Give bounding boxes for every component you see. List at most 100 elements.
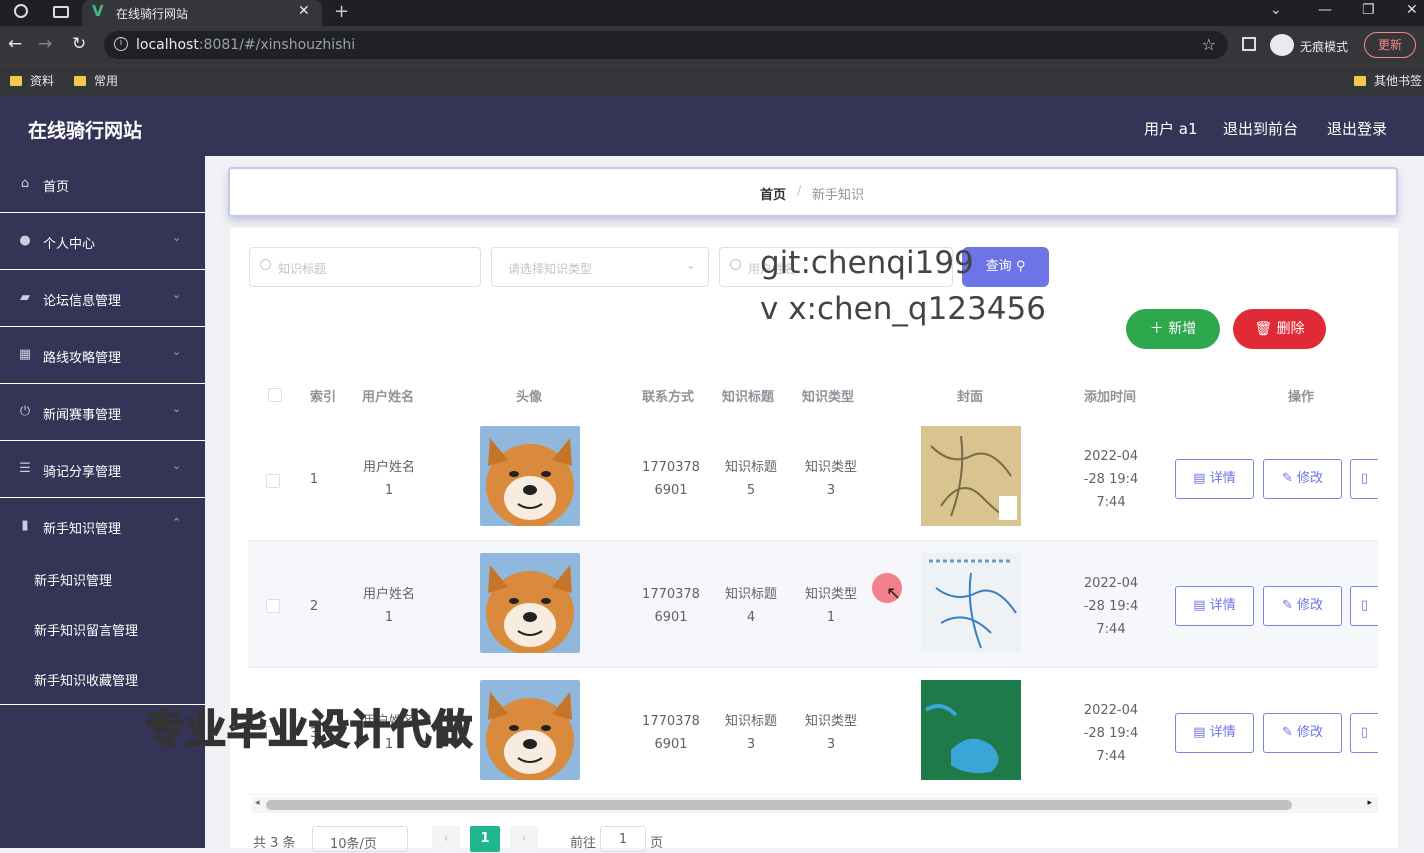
bookmark-folder-1[interactable]: 资料 — [10, 72, 54, 89]
delete-button[interactable]: 🗑 删除 — [1233, 309, 1326, 349]
row-contact: 1770378 6901 — [642, 587, 700, 625]
edit-button[interactable]: ✎ 修改 — [1263, 586, 1342, 626]
page-1-button[interactable]: 1 — [470, 826, 500, 852]
title-search-input[interactable]: 知识标题 — [249, 247, 481, 287]
sidebar-item-news[interactable]: ⏻ 新闻赛事管理 ⌄ — [0, 384, 205, 441]
row-username: 用户姓名 1 — [362, 587, 415, 625]
back-to-front-link[interactable]: 退出到前台 — [1223, 118, 1298, 139]
header-contact: 联系方式 — [642, 390, 695, 405]
edit-button[interactable]: ✎ 修改 — [1263, 713, 1342, 753]
sidebar-item-home[interactable]: ⌂ 首页 — [0, 156, 205, 213]
query-button[interactable]: 查询 ⚲ — [962, 247, 1049, 287]
horizontal-scrollbar[interactable]: ◂ ▸ — [252, 797, 1378, 813]
breadcrumb-current: 新手知识 — [812, 188, 865, 203]
window-icon[interactable] — [53, 6, 69, 18]
sidebar-item-label: 论坛信息管理 — [43, 294, 122, 309]
submenu-knowledge-comments[interactable]: 新手知识留言管理 — [34, 620, 138, 639]
header-added-time: 添加时间 — [1084, 390, 1137, 405]
header-actions: 操作 — [1288, 390, 1315, 405]
table-row: 1 用户姓名 1 1770378 6901 知识标题 5 知识类型 3 2022-04-… — [248, 414, 1378, 541]
update-button[interactable]: 更新 — [1364, 32, 1416, 58]
row-contact: 1770378 6901 — [642, 460, 700, 498]
grid-icon: ▦ — [18, 347, 32, 362]
logout-link[interactable]: 退出登录 — [1327, 118, 1387, 139]
edit-label: 修改 — [1297, 471, 1324, 486]
chevron-down-icon: ⌄ — [685, 258, 696, 272]
close-tab-icon[interactable]: ✕ — [298, 3, 310, 19]
sidebar-item-personal[interactable]: ● 个人中心 ⌄ — [0, 213, 205, 270]
next-page-button[interactable]: › — [510, 826, 538, 852]
submenu-knowledge[interactable]: 新手知识管理 — [34, 570, 112, 589]
sidebar-item-label: 新手知识管理 — [43, 522, 122, 537]
watermark-line-1: git:chenqi199 — [760, 245, 974, 281]
breadcrumb-separator: / — [797, 184, 802, 199]
tab-search-icon[interactable]: ⌄ — [1270, 2, 1282, 18]
sidebar-item-knowledge[interactable]: ▮ 新手知识管理 ⌃ 新手知识管理 新手知识留言管理 新手知识收藏管理 — [0, 498, 205, 705]
row-type: 知识类型 1 — [804, 587, 857, 625]
info-icon[interactable]: i — [114, 37, 128, 51]
bookmark-folder-2[interactable]: 常用 — [74, 72, 118, 89]
window-close-icon[interactable]: ✕ — [1406, 2, 1418, 18]
sidebar-item-forum[interactable]: ▰ 论坛信息管理 ⌄ — [0, 270, 205, 327]
forward-icon[interactable]: → — [38, 34, 52, 54]
globe-icon[interactable] — [14, 4, 28, 18]
page-size-label: 10条/页 — [330, 837, 377, 852]
watermark-line-2: v x:chen_q123456 — [760, 291, 1046, 327]
pencil-icon: ✎ — [1281, 598, 1293, 613]
other-bookmarks[interactable]: 其他书签 — [1354, 72, 1422, 89]
delete-label: 删除 — [1276, 321, 1305, 337]
browser-tab-bar: V 在线骑行网站 ✕ + ⌄ — ❐ ✕ — [0, 0, 1424, 26]
submenu-knowledge-favorites[interactable]: 新手知识收藏管理 — [34, 670, 138, 689]
add-button[interactable]: ＋ 新增 — [1126, 309, 1220, 349]
scrollbar-thumb[interactable] — [266, 800, 1292, 810]
vue-logo-icon: V — [92, 2, 104, 20]
new-tab-icon[interactable]: + — [334, 1, 349, 22]
bookmark-star-icon[interactable]: ☆ — [1202, 35, 1216, 54]
header-avatar: 头像 — [516, 390, 543, 405]
prev-page-button[interactable]: ‹ — [432, 826, 460, 852]
browser-tab[interactable]: V 在线骑行网站 ✕ — [82, 0, 322, 26]
detail-label: 详情 — [1209, 725, 1236, 740]
avatar — [480, 426, 580, 526]
row-checkbox[interactable] — [266, 599, 280, 613]
scroll-left-icon[interactable]: ◂ — [255, 798, 260, 808]
row-delete-button[interactable]: ▯ — [1350, 586, 1378, 626]
select-all-checkbox[interactable] — [268, 388, 282, 402]
page-size-select[interactable]: 10条/页 — [312, 826, 408, 852]
sidebar-item-share[interactable]: ☰ 骑记分享管理 ⌄ — [0, 441, 205, 498]
header-title: 知识标题 — [722, 390, 775, 405]
address-input[interactable]: i localhost:8081/#/xinshouzhishi ☆ — [104, 31, 1228, 59]
detail-button[interactable]: ▤ 详情 — [1175, 713, 1254, 753]
folder-icon — [1354, 76, 1366, 86]
row-checkbox[interactable] — [266, 474, 280, 488]
avatar — [480, 680, 580, 780]
row-delete-button[interactable]: ▯ — [1350, 459, 1378, 499]
back-icon[interactable]: ← — [8, 34, 22, 54]
reload-icon[interactable]: ↻ — [72, 34, 86, 54]
scroll-right-icon[interactable]: ▸ — [1367, 798, 1372, 808]
mouse-cursor-icon: ↖ — [886, 583, 902, 604]
watermark-line-3: 专业毕业设计代做 — [144, 706, 473, 754]
user-name: 用户 a1 — [1144, 120, 1198, 138]
user-icon: ● — [19, 233, 31, 248]
edit-button[interactable]: ✎ 修改 — [1263, 459, 1342, 499]
row-delete-button[interactable]: ▯ — [1350, 713, 1378, 753]
type-select[interactable]: 请选择知识类型 ⌄ — [491, 247, 709, 287]
sidebar-item-label: 路线攻略管理 — [43, 351, 122, 366]
header-type: 知识类型 — [802, 390, 855, 405]
header-index: 索引 — [310, 390, 337, 405]
total-count: 共 3 条 — [253, 836, 296, 851]
row-type: 知识类型 3 — [804, 460, 857, 498]
detail-button[interactable]: ▤ 详情 — [1175, 586, 1254, 626]
sidebar-item-routes[interactable]: ▦ 路线攻略管理 ⌄ — [0, 327, 205, 384]
sidebar-item-label: 新闻赛事管理 — [43, 408, 122, 423]
home-icon: ⌂ — [20, 176, 30, 191]
minimize-icon[interactable]: — — [1318, 2, 1332, 18]
sidepanel-icon[interactable] — [1242, 37, 1256, 51]
restore-icon[interactable]: ❐ — [1362, 2, 1375, 18]
folder-icon — [74, 76, 86, 86]
goto-page-input[interactable]: 1 — [600, 826, 646, 852]
detail-button[interactable]: ▤ 详情 — [1175, 459, 1254, 499]
sidebar-item-label: 个人中心 — [43, 237, 96, 252]
breadcrumb-home[interactable]: 首页 — [760, 184, 786, 203]
